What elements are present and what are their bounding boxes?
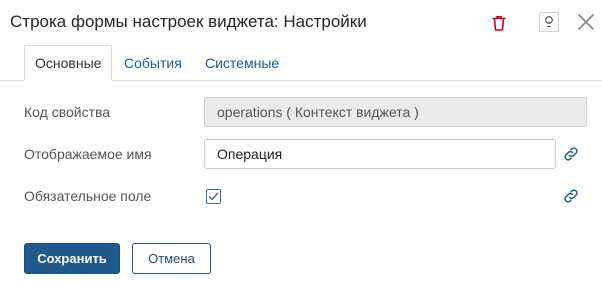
- display-name-input[interactable]: Операция: [204, 139, 556, 169]
- delete-button[interactable]: [489, 13, 509, 33]
- checkmark-icon: [208, 192, 219, 201]
- property-code-field: operations ( Контекст виджета ): [204, 97, 587, 127]
- required-link-button[interactable]: [562, 187, 580, 205]
- property-code-label: Код свойства: [24, 104, 111, 120]
- link-icon: [564, 189, 578, 203]
- help-button[interactable]: [539, 12, 559, 32]
- tab-general[interactable]: Основные: [24, 45, 113, 81]
- close-button[interactable]: [576, 12, 596, 32]
- save-button[interactable]: Сохранить: [24, 243, 120, 274]
- close-icon: [578, 14, 594, 30]
- tab-bar: Основные События Системные: [0, 45, 602, 81]
- tab-system[interactable]: Системные: [196, 45, 288, 81]
- required-field-label: Обязательное поле: [24, 188, 152, 204]
- display-name-label: Отображаемое имя: [24, 146, 152, 162]
- help-icon: [545, 16, 553, 28]
- display-name-link-button[interactable]: [562, 145, 580, 163]
- dialog-title: Строка формы настроек виджета: Настройки: [10, 12, 367, 31]
- required-checkbox[interactable]: [206, 189, 221, 204]
- link-icon: [564, 147, 578, 161]
- cancel-button[interactable]: Отмена: [132, 243, 211, 274]
- trash-icon: [492, 16, 506, 31]
- widget-settings-dialog: Строка формы настроек виджета: Настройки…: [0, 0, 602, 281]
- tab-events[interactable]: События: [115, 45, 191, 81]
